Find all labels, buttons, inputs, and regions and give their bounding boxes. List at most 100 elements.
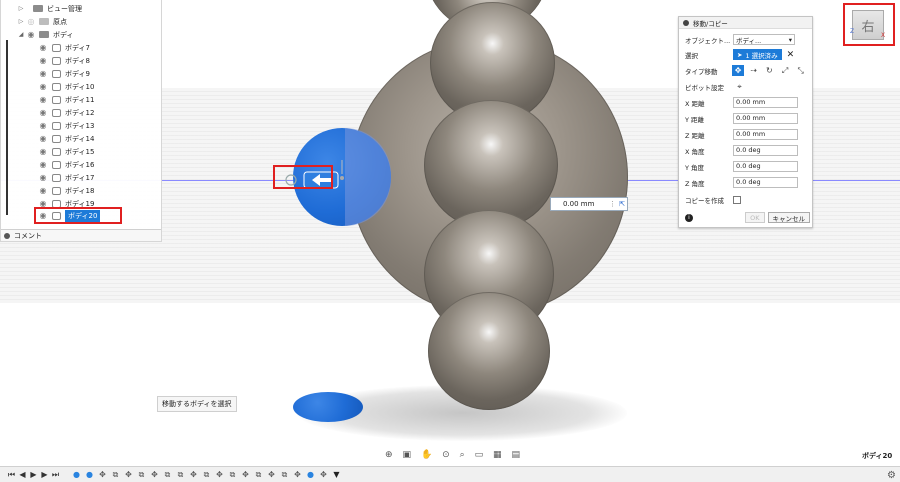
sphere-body[interactable] [428, 292, 550, 410]
go-to-start-icon[interactable]: ⏮ [6, 470, 17, 480]
fit-icon[interactable]: ⌕ [460, 450, 465, 460]
rotate-icon[interactable]: ↻ [763, 65, 776, 76]
translate-icon[interactable]: ⇢ [747, 65, 760, 76]
distance-input[interactable]: 0.00 mm ⋮ ⇱ [550, 197, 628, 211]
mirror-icon[interactable]: ⇱ [617, 200, 627, 208]
step-back-icon[interactable]: ◀ [17, 470, 28, 479]
timeline-sphere-icon[interactable]: ● [71, 470, 82, 479]
eye-hidden-icon[interactable]: ◎ [25, 17, 37, 26]
expand-caret-icon[interactable]: ▷ [17, 5, 25, 12]
y-angle-label: Y 角度 [685, 163, 705, 172]
eye-icon[interactable]: ◉ [37, 134, 49, 143]
y-angle-input[interactable]: 0.0 deg [733, 161, 798, 172]
tree-item-body[interactable]: ◉ ボディ15 [1, 145, 161, 158]
tree-item-body[interactable]: ◉ ボディ11 [1, 93, 161, 106]
eye-icon[interactable]: ◉ [37, 121, 49, 130]
tree-item-body[interactable]: ◉ ボディ16 [1, 158, 161, 171]
collapse-caret-icon[interactable]: ◢ [17, 31, 25, 38]
x-angle-input[interactable]: 0.0 deg [733, 145, 798, 156]
orbit-icon[interactable]: ⊕ [385, 450, 393, 460]
display-mode-icon[interactable]: ▭ [475, 450, 484, 460]
tree-item-bodies[interactable]: ◢ ◉ ボディ [1, 28, 161, 41]
move-copy-dialog: 移動/コピー オブジェクト... ボディ... ▾ 選択 ➤ 1 選択済み ✕ タイ… [678, 16, 813, 228]
eye-icon[interactable]: ◉ [37, 56, 49, 65]
timeline-copy-icon[interactable]: ⧉ [279, 470, 290, 479]
timeline-copy-icon[interactable]: ⧉ [136, 470, 147, 479]
timeline-copy-icon[interactable]: ⧉ [227, 470, 238, 479]
timeline-sphere-icon[interactable]: ● [84, 470, 95, 479]
add-comment-icon[interactable] [4, 232, 10, 239]
z-angle-input[interactable]: 0.0 deg [733, 177, 798, 188]
play-icon[interactable]: ▶ [28, 470, 39, 479]
y-distance-input[interactable]: 0.00 mm [733, 113, 798, 124]
z-distance-input[interactable]: 0.00 mm [733, 129, 798, 140]
move-type-row: タイプ移動 ✥ ⇢ ↻ ⤢ ⤡ [685, 64, 810, 77]
tree-item-body[interactable]: ◉ ボディ12 [1, 106, 161, 119]
eye-icon[interactable]: ◉ [37, 173, 49, 182]
timeline-move-icon[interactable]: ✥ [240, 470, 251, 479]
x-distance-input[interactable]: 0.00 mm [733, 97, 798, 108]
collapse-dialog-icon[interactable] [683, 19, 689, 26]
eye-icon[interactable]: ◉ [37, 82, 49, 91]
free-move-icon[interactable]: ✥ [731, 65, 745, 76]
timeline-move-icon[interactable]: ✥ [318, 470, 329, 479]
go-to-end-icon[interactable]: ⏭ [50, 470, 61, 480]
gear-icon[interactable]: ⚙ [887, 470, 896, 481]
eye-icon[interactable]: ◉ [37, 160, 49, 169]
dialog-header[interactable]: 移動/コピー [679, 17, 812, 29]
tree-item-body[interactable]: ◉ ボディ8 [1, 54, 161, 67]
pan-icon[interactable]: ✋ [421, 450, 432, 460]
step-forward-icon[interactable]: ▶ [39, 470, 50, 479]
tree-item-origin[interactable]: ▷ ◎ 原点 [1, 15, 161, 28]
body-icon [52, 173, 61, 182]
zoom-icon[interactable]: ⊙ [442, 450, 450, 460]
timeline-move-icon[interactable]: ✥ [292, 470, 303, 479]
viewports-icon[interactable]: ▤ [511, 450, 520, 460]
selection-button[interactable]: ➤ 1 選択済み [733, 49, 782, 60]
look-at-icon[interactable]: ▣ [402, 450, 411, 460]
tree-item-body[interactable]: ◉ ボディ17 [1, 171, 161, 184]
tree-item-view-manager[interactable]: ▷ ビュー管理 [1, 2, 161, 15]
timeline-copy-icon[interactable]: ⧉ [253, 470, 264, 479]
cancel-button[interactable]: キャンセル [767, 212, 810, 223]
timeline-marker-icon[interactable]: ▼ [331, 470, 342, 479]
eye-icon[interactable]: ◉ [37, 43, 49, 52]
timeline-move-icon[interactable]: ✥ [97, 470, 108, 479]
timeline-move-icon[interactable]: ✥ [188, 470, 199, 479]
set-pivot-icon[interactable]: ⌖ [733, 81, 746, 92]
tree-item-body[interactable]: ◉ ボディ18 [1, 184, 161, 197]
expand-caret-icon[interactable]: ▷ [17, 18, 25, 25]
timeline-sphere-icon[interactable]: ● [305, 470, 316, 479]
info-icon[interactable]: i [685, 213, 693, 222]
point-to-position-icon[interactable]: ⤡ [794, 65, 807, 76]
timeline-move-icon[interactable]: ✥ [214, 470, 225, 479]
comments-bar[interactable]: コメント [1, 229, 161, 241]
timeline-copy-icon[interactable]: ⧉ [110, 470, 121, 479]
tree-item-body[interactable]: ◉ ボディ13 [1, 119, 161, 132]
eye-icon[interactable]: ◉ [37, 186, 49, 195]
timeline-move-icon[interactable]: ✥ [266, 470, 277, 479]
timeline-move-icon[interactable]: ✥ [149, 470, 160, 479]
eye-icon[interactable]: ◉ [37, 95, 49, 104]
tree-item-body[interactable]: ◉ ボディ9 [1, 67, 161, 80]
tree-item-body[interactable]: ◉ ボディ14 [1, 132, 161, 145]
point-to-point-icon[interactable]: ⤢ [779, 65, 792, 76]
eye-icon[interactable]: ◉ [25, 30, 37, 39]
distance-value[interactable]: 0.00 mm [551, 200, 608, 208]
eye-icon[interactable]: ◉ [37, 147, 49, 156]
eye-icon[interactable]: ◉ [37, 69, 49, 78]
object-type-select[interactable]: ボディ... ▾ [733, 34, 795, 45]
timeline-copy-icon[interactable]: ⧉ [175, 470, 186, 479]
timeline-copy-icon[interactable]: ⧉ [201, 470, 212, 479]
timeline-copy-icon[interactable]: ⧉ [162, 470, 173, 479]
eye-icon[interactable]: ◉ [37, 108, 49, 117]
tree-item-body[interactable]: ◉ ボディ7 [1, 41, 161, 54]
grid-settings-icon[interactable]: ▦ [493, 450, 502, 460]
clear-selection-icon[interactable]: ✕ [787, 50, 795, 60]
ok-button[interactable]: OK [745, 212, 765, 223]
tree-item-body[interactable]: ◉ ボディ10 [1, 80, 161, 93]
x-distance-row: X 距離 0.00 mm [685, 96, 810, 109]
timeline-move-icon[interactable]: ✥ [123, 470, 134, 479]
more-icon[interactable]: ⋮ [608, 200, 617, 208]
create-copy-checkbox[interactable] [733, 195, 741, 204]
